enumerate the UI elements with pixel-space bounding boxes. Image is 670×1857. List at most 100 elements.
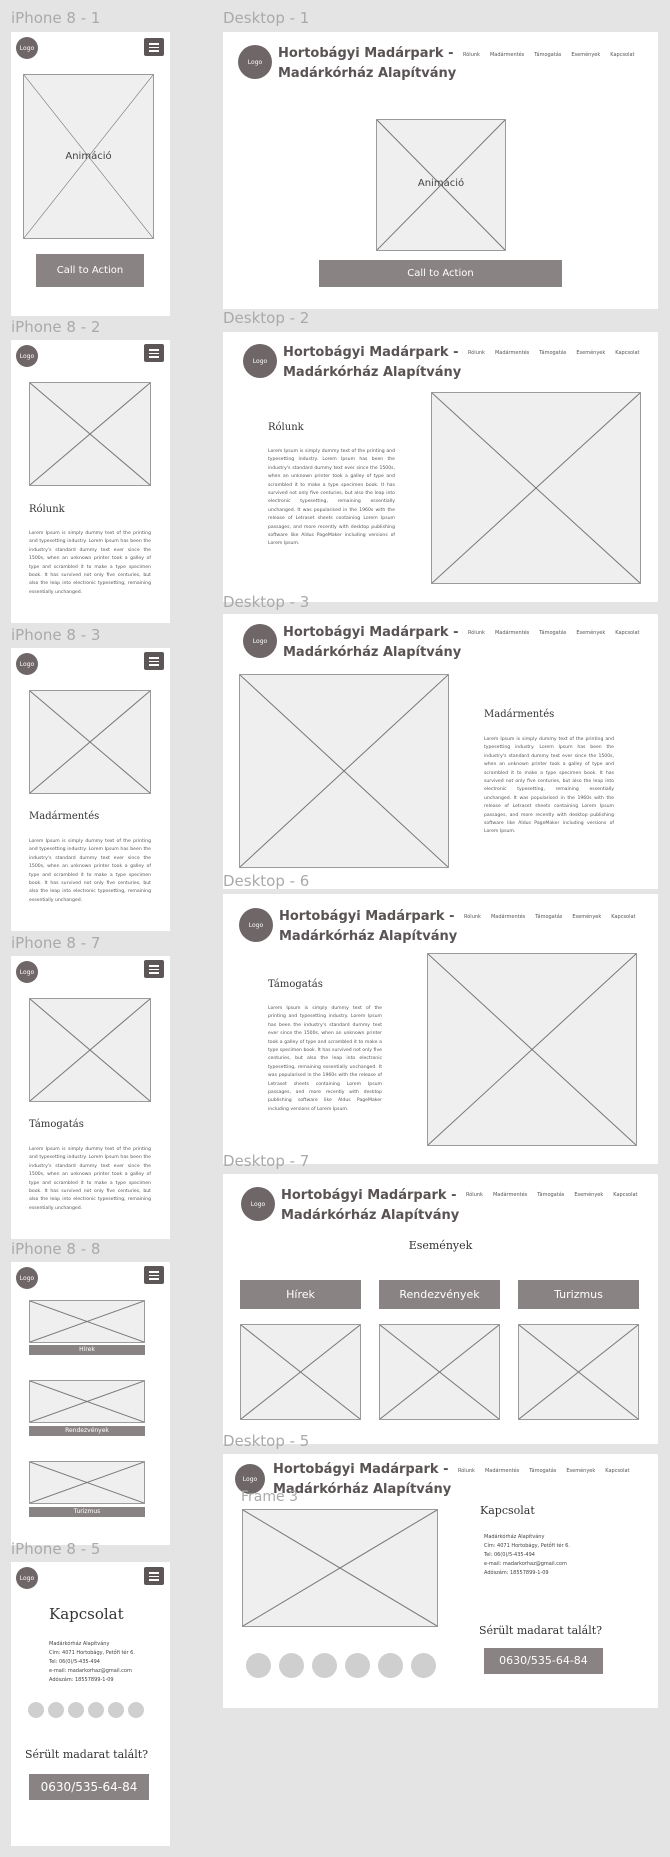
desktop-2-frame: Logo Hortobágyi Madárpark - Madárkórház … <box>223 332 658 602</box>
nav-item-madarmentes[interactable]: Madármentés <box>490 52 524 58</box>
nav-item-kapcsolat[interactable]: Kapcsolat <box>613 1192 637 1198</box>
body-text: Lorem Ipsum is simply dummy text of the … <box>268 449 395 547</box>
hotline-button[interactable]: 0630/535-64-84 <box>484 1648 603 1674</box>
nav-item-esemenyek[interactable]: Események <box>576 350 605 356</box>
events-image-placeholder[interactable] <box>379 1324 500 1420</box>
social-icon[interactable] <box>88 1702 104 1718</box>
nav-item-esemenyek[interactable]: Események <box>566 1468 595 1474</box>
nav-item-tamogatas[interactable]: Támogatás <box>535 914 562 920</box>
contact-phone[interactable]: Tel: 06(0)/5-435-494 <box>484 1551 570 1560</box>
site-title[interactable]: Hortobágyi Madárpark - Madárkórház Alapí… <box>281 1186 459 1226</box>
nav-item-rolunk[interactable]: Rólunk <box>464 914 481 920</box>
hamburger-menu-icon[interactable] <box>144 344 164 362</box>
image-placeholder <box>431 392 641 584</box>
hamburger-menu-icon[interactable] <box>144 1567 164 1585</box>
nav-item-madarmentes[interactable]: Madármentés <box>495 630 529 636</box>
news-image-placeholder[interactable] <box>240 1324 361 1420</box>
nav-item-kapcsolat[interactable]: Kapcsolat <box>611 914 635 920</box>
nav-item-madarmentes[interactable]: Madármentés <box>485 1468 519 1474</box>
hamburger-menu-icon[interactable] <box>144 960 164 978</box>
nav-item-rolunk[interactable]: Rólunk <box>468 630 485 636</box>
logo[interactable]: Logo <box>16 653 38 675</box>
nav-item-rolunk[interactable]: Rólunk <box>463 52 480 58</box>
contact-phone[interactable]: Tel: 06(0)/5-435-494 <box>49 1658 135 1667</box>
logo[interactable]: Logo <box>16 961 38 983</box>
logo[interactable]: Logo <box>241 1187 275 1221</box>
social-icon[interactable] <box>378 1653 403 1678</box>
nav-item-tamogatas[interactable]: Támogatás <box>539 630 566 636</box>
contact-tax: Adószám: 18557899-1-09 <box>484 1570 549 1576</box>
section-heading-madarmentes: Madármentés <box>29 811 100 822</box>
tourism-button[interactable]: Turizmus <box>29 1507 145 1517</box>
social-icon[interactable] <box>68 1702 84 1718</box>
site-title[interactable]: Hortobágyi Madárpark - Madárkórház Alapí… <box>273 1460 451 1500</box>
contact-address: Cím: 4071 Hortobágy, Petőfi tér 6. <box>49 1650 135 1656</box>
hamburger-menu-icon[interactable] <box>144 652 164 670</box>
nav-item-kapcsolat[interactable]: Kapcsolat <box>615 630 639 636</box>
tourism-image-placeholder[interactable] <box>518 1324 639 1420</box>
logo[interactable]: Logo <box>243 624 277 658</box>
news-button[interactable]: Hírek <box>29 1345 145 1355</box>
hamburger-menu-icon[interactable] <box>144 38 164 56</box>
logo[interactable]: Logo <box>16 1567 38 1589</box>
hotline-button[interactable]: 0630/535-64-84 <box>29 1774 149 1800</box>
logo[interactable]: Logo <box>16 345 38 367</box>
nav-item-tamogatas[interactable]: Támogatás <box>529 1468 556 1474</box>
social-icon[interactable] <box>28 1702 44 1718</box>
logo[interactable]: Logo <box>16 37 38 59</box>
nav-item-esemenyek[interactable]: Események <box>572 914 601 920</box>
social-icon[interactable] <box>411 1653 436 1678</box>
nav-item-madarmentes[interactable]: Madármentés <box>491 914 525 920</box>
social-icon[interactable] <box>108 1702 124 1718</box>
main-nav: Rólunk Madármentés Támogatás Események K… <box>468 350 650 356</box>
cta-button[interactable]: Call to Action <box>319 260 562 287</box>
social-icon[interactable] <box>128 1702 144 1718</box>
social-icon[interactable] <box>246 1653 271 1678</box>
news-button[interactable]: Hírek <box>240 1280 361 1309</box>
contact-email[interactable]: e-mail: madarkorhaz@gmail.com <box>49 1667 135 1676</box>
tourism-image-placeholder[interactable] <box>29 1461 145 1504</box>
body-text: Lorem Ipsum is simply dummy text of the … <box>268 1006 382 1112</box>
site-title[interactable]: Hortobágyi Madárpark - Madárkórház Alapí… <box>278 44 456 84</box>
nav-item-kapcsolat[interactable]: Kapcsolat <box>610 52 634 58</box>
logo[interactable]: Logo <box>238 45 272 79</box>
social-icon[interactable] <box>48 1702 64 1718</box>
contact-name: Madárkórház Alapítvány <box>484 1534 545 1540</box>
nav-item-esemenyek[interactable]: Események <box>574 1192 603 1198</box>
events-image-placeholder[interactable] <box>29 1380 145 1423</box>
nav-item-esemenyek[interactable]: Események <box>576 630 605 636</box>
news-image-placeholder[interactable] <box>29 1300 145 1343</box>
social-icon[interactable] <box>345 1653 370 1678</box>
contact-email[interactable]: e-mail: madarkorhaz@gmail.com <box>484 1560 570 1569</box>
site-title[interactable]: Hortobágyi Madárpark - Madárkórház Alapí… <box>279 907 457 947</box>
nav-item-rolunk[interactable]: Rólunk <box>466 1192 483 1198</box>
logo[interactable]: Logo <box>243 344 277 378</box>
social-icon[interactable] <box>279 1653 304 1678</box>
frame-label-iphone-1: iPhone 8 - 1 <box>11 9 101 27</box>
animation-placeholder: Animáció <box>376 119 506 251</box>
nav-item-tamogatas[interactable]: Támogatás <box>534 52 561 58</box>
nav-item-madarmentes[interactable]: Madármentés <box>493 1192 527 1198</box>
section-heading-kapcsolat: Kapcsolat <box>49 1605 124 1623</box>
events-button[interactable]: Rendezvények <box>379 1280 500 1309</box>
social-icon[interactable] <box>312 1653 337 1678</box>
animation-label: Animáció <box>417 178 465 189</box>
events-button[interactable]: Rendezvények <box>29 1426 145 1436</box>
logo[interactable]: Logo <box>16 1267 38 1289</box>
nav-item-esemenyek[interactable]: Események <box>571 52 600 58</box>
cta-button[interactable]: Call to Action <box>36 254 144 287</box>
tourism-button[interactable]: Turizmus <box>518 1280 639 1309</box>
nav-item-kapcsolat[interactable]: Kapcsolat <box>615 350 639 356</box>
nav-item-rolunk[interactable]: Rólunk <box>458 1468 475 1474</box>
body-text: Lorem Ipsum is simply dummy text of the … <box>29 1147 151 1211</box>
contact-info: Madárkórház Alapítvány Cím: 4071 Hortobá… <box>49 1640 135 1685</box>
site-title[interactable]: Hortobágyi Madárpark - Madárkórház Alapí… <box>283 343 461 383</box>
nav-item-rolunk[interactable]: Rólunk <box>468 350 485 356</box>
nav-item-madarmentes[interactable]: Madármentés <box>495 350 529 356</box>
nav-item-kapcsolat[interactable]: Kapcsolat <box>605 1468 629 1474</box>
nav-item-tamogatas[interactable]: Támogatás <box>537 1192 564 1198</box>
site-title[interactable]: Hortobágyi Madárpark - Madárkórház Alapí… <box>283 623 461 663</box>
nav-item-tamogatas[interactable]: Támogatás <box>539 350 566 356</box>
logo[interactable]: Logo <box>239 908 273 942</box>
hamburger-menu-icon[interactable] <box>144 1266 164 1284</box>
